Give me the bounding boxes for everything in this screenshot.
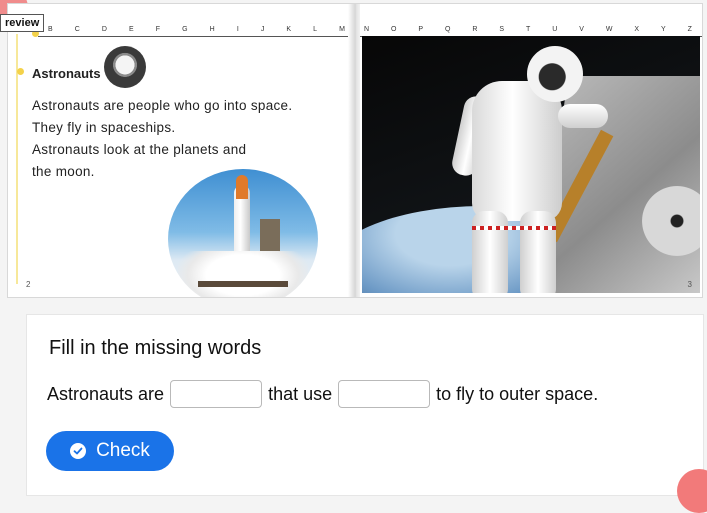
rocket-launch-image [168, 169, 318, 297]
check-circle-icon [70, 443, 87, 459]
astronaut-thumbnail-image [104, 46, 146, 88]
ruler-line-left [38, 36, 349, 37]
answer-input-2[interactable] [338, 380, 431, 408]
check-button[interactable]: Check [46, 431, 174, 471]
passage-line: Astronauts are people who go into space. [32, 98, 293, 113]
sentence-part-3: to fly to outer space. [436, 383, 599, 404]
lesson-title: Astronauts [32, 66, 101, 81]
passage-line: Astronauts look at the planets and [32, 142, 247, 157]
decorative-blob-bottom-right [677, 469, 707, 513]
launch-smoke [178, 251, 308, 297]
astronaut-helmet [527, 46, 583, 102]
suit-stripe [472, 226, 556, 230]
exercise-card: Fill in the missing words Astronauts are… [26, 314, 704, 496]
sentence-part-2: that use [268, 383, 333, 404]
reading-passage: Astronauts are people who go into space.… [32, 95, 322, 183]
passage-line: They fly in spaceships. [32, 120, 176, 135]
astronaut-leg-left [472, 211, 508, 293]
astronaut-arm-right [558, 104, 608, 128]
check-button-label: Check [96, 440, 150, 461]
astronaut-suit [472, 81, 562, 221]
astronaut-leg-right [520, 211, 556, 293]
fill-in-sentence: Astronauts are that use to fly to outer … [47, 378, 598, 410]
book-page-right: NOPQRSTUVWXYZ 3 [360, 4, 702, 297]
book-spread: BCDEFGHIJKLM Astronauts Astronauts are p… [8, 4, 702, 297]
sentence-part-1: Astronauts are [47, 383, 165, 404]
review-tab[interactable]: review [0, 14, 45, 32]
book-page-left: BCDEFGHIJKLM Astronauts Astronauts are p… [8, 4, 355, 297]
page-number-left: 2 [26, 280, 31, 289]
answer-input-1[interactable] [170, 380, 263, 408]
launch-pad [198, 281, 288, 287]
bullet-dot [17, 68, 24, 75]
astronaut-spacewalk-image [362, 36, 700, 293]
page-number-right: 3 [687, 280, 692, 289]
rocket-tank [236, 175, 248, 199]
exercise-title: Fill in the missing words [49, 337, 262, 359]
